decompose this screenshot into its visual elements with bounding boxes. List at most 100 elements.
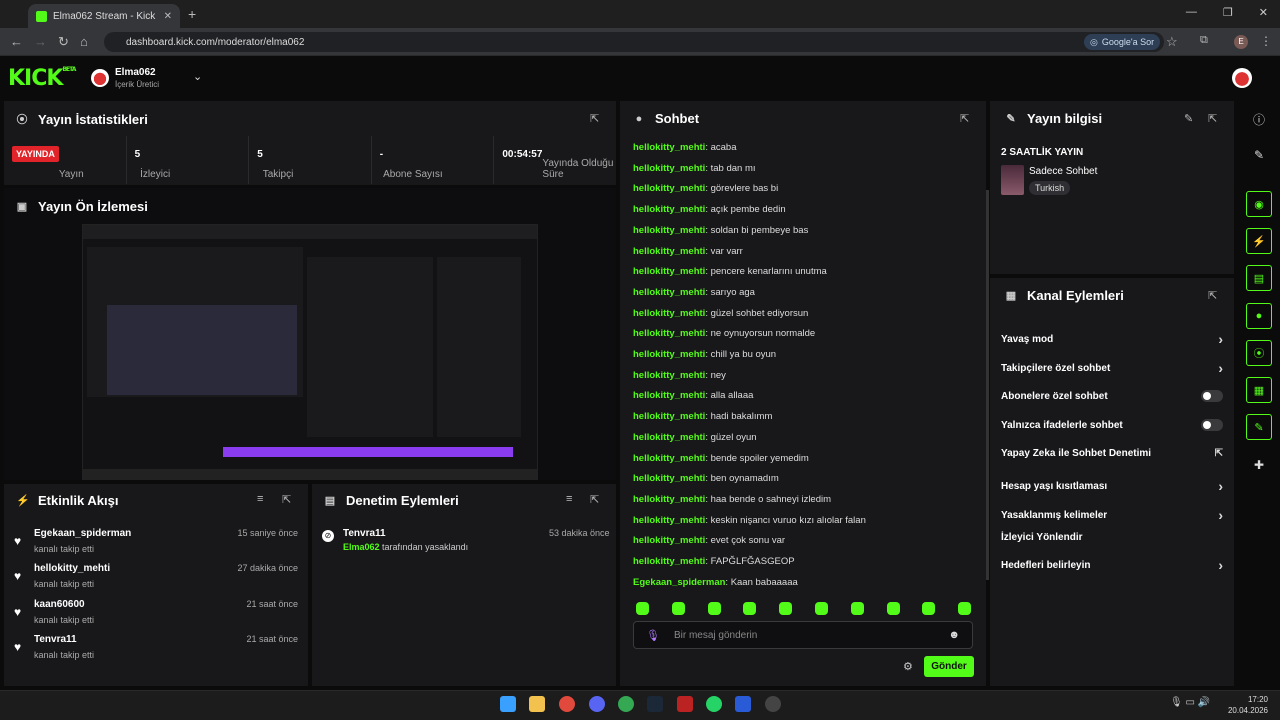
wrench-toggle-icon[interactable]: ✎ (1246, 414, 1272, 440)
channel-action-item[interactable]: Yalnızca ifadelerle sohbet (1001, 419, 1223, 431)
kick-logo[interactable]: KICKBETA (8, 66, 76, 91)
toggle-switch[interactable] (1201, 390, 1223, 402)
valorant-icon[interactable] (677, 696, 693, 712)
moderator-name[interactable]: Elma062 (343, 542, 380, 552)
pencil-icon[interactable]: ✎ (1246, 142, 1272, 168)
chat-username[interactable]: hellokitty_mehti (633, 308, 705, 319)
emote-icon[interactable] (886, 602, 900, 615)
new-tab-icon[interactable]: + (188, 6, 196, 22)
chat-username[interactable]: hellokitty_mehti (633, 287, 705, 298)
chat-username[interactable]: hellokitty_mehti (633, 473, 705, 484)
chat-username[interactable]: hellokitty_mehti (633, 246, 705, 257)
chrome-icon[interactable] (559, 696, 575, 712)
chat-username[interactable]: hellokitty_mehti (633, 349, 705, 360)
popout-icon[interactable]: ⇱ (590, 112, 599, 125)
bookmark-star-icon[interactable]: ☆ (1166, 34, 1178, 50)
chat-username[interactable]: hellokitty_mehti (633, 328, 705, 339)
start-windows-icon[interactable] (500, 696, 516, 712)
channel-action-item[interactable]: Hesap yaşı kısıtlaması › (1001, 478, 1223, 494)
file-explorer-icon[interactable] (529, 696, 545, 712)
chat-username[interactable]: hellokitty_mehti (633, 453, 705, 464)
minimize-icon[interactable]: — (1186, 6, 1197, 19)
channel-switch-chevron-icon[interactable]: ⌄ (193, 70, 202, 83)
actions-toggle-icon[interactable]: ▦ (1246, 377, 1272, 403)
channel-action-item[interactable]: Yavaş mod › (1001, 331, 1223, 347)
tray-icons[interactable]: 🎙 ▭ 🔊 (1170, 697, 1210, 708)
broadcast-toggle-icon[interactable]: ⦿ (1246, 340, 1272, 366)
chat-username[interactable]: hellokitty_mehti (633, 535, 705, 546)
chat-username[interactable]: hellokitty_mehti (633, 370, 705, 381)
moderation-user[interactable]: Tenvra11 (343, 528, 386, 539)
forward-icon[interactable]: → (34, 34, 47, 49)
popout-icon[interactable]: ⇱ (590, 493, 599, 506)
chat-username[interactable]: hellokitty_mehti (633, 432, 705, 443)
clipboard-toggle-icon[interactable]: ▤ (1246, 265, 1272, 291)
browser-tab[interactable]: Elma062 Stream - Kick Dashbo ✕ (28, 4, 180, 28)
browser-menu-icon[interactable]: ⋮ (1260, 34, 1272, 48)
activity-user[interactable]: Tenvra11 (34, 634, 77, 645)
home-icon[interactable]: ⌂ (80, 34, 88, 49)
add-widget-icon[interactable]: ✚ (1246, 452, 1272, 478)
chat-username[interactable]: hellokitty_mehti (633, 225, 705, 236)
chat-username[interactable]: Egekaan_spiderman (633, 577, 725, 588)
emote-icon[interactable] (779, 602, 793, 615)
reload-icon[interactable]: ↻ (58, 34, 69, 50)
back-icon[interactable]: ← (10, 34, 23, 49)
chat-username[interactable]: hellokitty_mehti (633, 411, 705, 422)
close-window-icon[interactable]: ✕ (1259, 6, 1268, 19)
url-field[interactable]: dashboard.kick.com/moderator/elma062 (104, 32, 1164, 52)
obs-icon[interactable] (765, 696, 781, 712)
photos-icon[interactable] (618, 696, 634, 712)
chat-username[interactable]: hellokitty_mehti (633, 183, 705, 194)
discord-icon[interactable] (589, 696, 605, 712)
stream-category[interactable]: Sadece Sohbet (1029, 166, 1097, 177)
whatsapp-icon[interactable] (706, 696, 722, 712)
channel-avatar[interactable] (91, 69, 109, 87)
chat-toggle-icon[interactable]: ● (1246, 303, 1272, 329)
extensions-icon[interactable]: ⧉ (1200, 34, 1208, 47)
stream-preview-video[interactable] (82, 224, 538, 480)
emote-icon[interactable] (636, 602, 649, 615)
chat-username[interactable]: hellokitty_mehti (633, 556, 705, 567)
system-clock[interactable]: 17:20 20.04.2026 (1228, 694, 1268, 716)
chat-username[interactable]: hellokitty_mehti (633, 142, 705, 153)
category-thumbnail[interactable] (1001, 165, 1024, 195)
steam-icon[interactable] (647, 696, 663, 712)
chat-scrollbar[interactable] (986, 190, 989, 580)
toggle-switch[interactable] (1201, 419, 1223, 431)
chat-settings-gear-icon[interactable]: ⚙ (903, 660, 913, 673)
emote-icon[interactable] (671, 602, 685, 615)
chat-username[interactable]: hellokitty_mehti (633, 266, 705, 277)
popout-icon[interactable]: ⇱ (1208, 289, 1217, 302)
emote-icon[interactable] (743, 602, 757, 615)
emoji-icon[interactable]: ☻ (948, 629, 960, 641)
channel-action-item[interactable]: Abonelere özel sohbet (1001, 390, 1223, 402)
channel-action-item[interactable]: Takipçilere özel sohbet › (1001, 360, 1223, 376)
popout-icon[interactable]: ⇱ (1208, 112, 1217, 125)
channel-action-item[interactable]: Yasaklanmış kelimeler › (1001, 507, 1223, 523)
chat-username[interactable]: hellokitty_mehti (633, 390, 705, 401)
stats-toggle-icon[interactable]: ◉ (1246, 191, 1272, 217)
filter-icon[interactable]: ≡ (566, 493, 572, 505)
app-icon[interactable] (735, 696, 751, 712)
profile-avatar[interactable]: E (1234, 35, 1248, 49)
chat-input[interactable]: 🎙 Bir mesaj gönderin ☻ (633, 621, 973, 649)
activity-user[interactable]: hellokitty_mehti (34, 563, 110, 574)
close-tab-icon[interactable]: ✕ (164, 11, 172, 22)
user-avatar[interactable] (1232, 68, 1252, 88)
activity-user[interactable]: kaan60600 (34, 599, 85, 610)
chat-username[interactable]: hellokitty_mehti (633, 515, 705, 526)
chat-username[interactable]: hellokitty_mehti (633, 163, 705, 174)
emote-icon[interactable] (958, 602, 972, 615)
emote-icon[interactable] (850, 602, 864, 615)
bolt-toggle-icon[interactable]: ⚡ (1246, 228, 1272, 254)
popout-icon[interactable]: ⇱ (960, 112, 969, 125)
chat-username[interactable]: hellokitty_mehti (633, 494, 705, 505)
edit-pencil-icon[interactable]: ✎ (1184, 112, 1193, 125)
filter-icon[interactable]: ≡ (257, 493, 263, 505)
emote-icon[interactable] (922, 602, 936, 615)
info-icon[interactable]: ⓘ (1246, 106, 1272, 132)
maximize-icon[interactable]: ❐ (1223, 6, 1233, 19)
activity-user[interactable]: Egekaan_spiderman (34, 528, 131, 539)
channel-action-item[interactable]: Yapay Zeka ile Sohbet Denetimi ⇱ (1001, 448, 1223, 459)
